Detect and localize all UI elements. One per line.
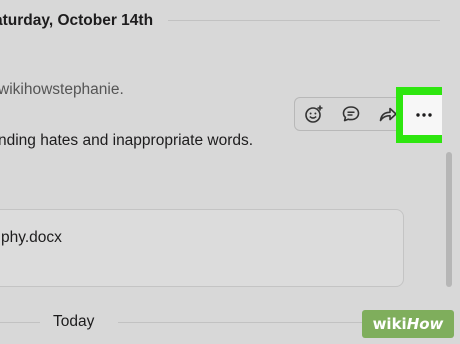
- reply-thread-icon: [342, 106, 359, 122]
- add-reaction-icon: [304, 105, 322, 123]
- file-name: phy.docx: [1, 229, 62, 246]
- watermark-how-text: How: [406, 315, 444, 333]
- joined-channel-text: wikihowstephanie.: [0, 81, 124, 98]
- reply-thread-button[interactable]: [332, 98, 369, 130]
- more-actions-button[interactable]: [403, 95, 445, 135]
- message-text: nding hates and inappropriate words.: [0, 132, 254, 149]
- divider-line: [168, 20, 440, 21]
- date-divider: aturday, October 14th: [0, 0, 440, 44]
- more-actions-icon: [416, 113, 432, 117]
- share-icon: [379, 107, 397, 122]
- date-label: aturday, October 14th: [0, 12, 154, 29]
- wikihow-watermark-logo: wiki How: [362, 310, 454, 338]
- divider-line-left: [0, 322, 40, 323]
- add-reaction-button[interactable]: [295, 98, 332, 130]
- watermark-wiki-text: wiki: [372, 315, 407, 333]
- scrollbar-thumb[interactable]: [446, 152, 452, 287]
- file-attachment-card[interactable]: phy.docx: [0, 209, 404, 287]
- message-actions-toolbar: [294, 97, 407, 131]
- today-label: Today: [53, 313, 95, 330]
